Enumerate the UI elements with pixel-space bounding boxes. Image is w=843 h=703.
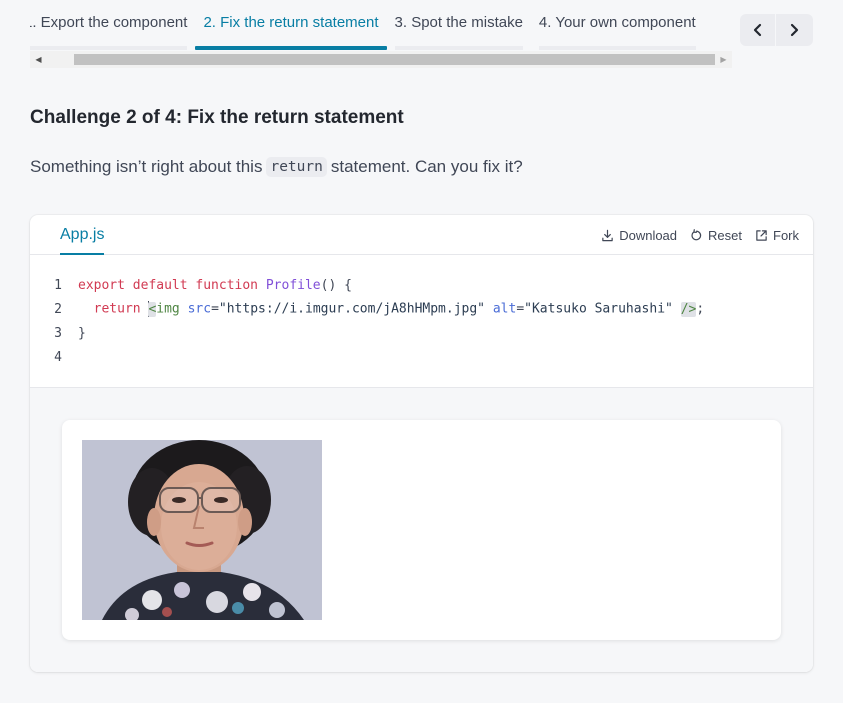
file-tab-app-js[interactable]: App.js <box>48 215 116 255</box>
download-label: Download <box>619 227 678 243</box>
reset-button[interactable]: Reset <box>690 228 742 243</box>
scroll-right-arrow-icon[interactable]: ▶ <box>715 51 732 68</box>
challenge-tab[interactable]: 1. Export the component <box>30 0 195 52</box>
tab-underline <box>394 46 523 50</box>
sandbox-actions: Download Reset Fork <box>601 215 799 255</box>
code-sandbox: App.js Download Reset Fork 1 export defa… <box>30 215 813 672</box>
sandbox-header: App.js Download Reset Fork <box>30 215 813 255</box>
line-number: 4 <box>54 349 62 365</box>
preview-pane <box>30 387 813 672</box>
download-icon <box>602 229 613 241</box>
scroll-left-arrow-icon[interactable]: ◀ <box>30 51 47 68</box>
code-line-content: } <box>78 325 86 341</box>
previous-challenge-button[interactable] <box>740 14 776 46</box>
description-text-after: statement. Can you fix it? <box>330 157 523 176</box>
fork-label: Fork <box>773 227 799 243</box>
reset-label: Reset <box>708 227 742 243</box>
code-punctuation: () { <box>320 277 352 293</box>
tabs-viewport: 1. Export the component 2. Fix the return… <box>30 0 716 52</box>
code-line-content: return <img src="https://i.imgur.com/jA8… <box>93 301 705 317</box>
code-line-content: export default function Profile() { <box>62 278 352 293</box>
code-line: 4 <box>30 345 813 369</box>
code-punctuation: ; <box>696 301 705 317</box>
scrollbar-thumb[interactable] <box>74 54 715 65</box>
chevron-right-icon <box>790 23 799 37</box>
code-line: 2 return <img src="https://i.imgur.com/j… <box>30 297 813 321</box>
next-challenge-button[interactable] <box>776 14 812 46</box>
code-editor[interactable]: 1 export default function Profile() { 2 … <box>30 273 813 369</box>
tab-underline <box>538 46 696 50</box>
challenge-description: Something isn’t right about this return … <box>30 157 523 177</box>
code-attribute: src <box>187 301 212 317</box>
tabs-row: 1. Export the component 2. Fix the return… <box>30 0 704 52</box>
code-string: "https://i.imgur.com/jA8hHMpm.jpg" <box>218 301 486 317</box>
tab-underline <box>30 46 188 50</box>
challenge-tab-label: 2. Fix the return statement <box>203 14 379 31</box>
challenge-tab-label: 1. Export the component <box>30 14 188 31</box>
profile-photo <box>82 440 322 620</box>
challenge-counter: Challenge 2 of 4: <box>30 107 183 128</box>
challenge-pager <box>740 14 813 46</box>
challenge-tab[interactable]: 3. Spot the mistake <box>387 0 531 52</box>
code-string: "Katsuko Saruhashi" <box>524 301 673 317</box>
challenge-tab[interactable]: 2. Fix the return statement <box>195 0 387 52</box>
portrait-image <box>82 440 322 620</box>
external-link-icon <box>756 229 767 241</box>
preview-frame <box>62 420 781 640</box>
challenge-title: Challenge 2 of 4: Fix the return stateme… <box>30 107 404 129</box>
challenge-tabs: 1. Export the component 2. Fix the return… <box>30 0 732 68</box>
description-text-before: Something isn’t right about this <box>30 157 263 176</box>
challenge-name: Fix the return statement <box>187 107 404 128</box>
line-number: 3 <box>54 325 62 341</box>
inline-code-return: return <box>266 157 327 177</box>
code-tag-close: /> <box>680 301 697 317</box>
code-function-name: Profile <box>265 277 321 293</box>
horizontal-scrollbar[interactable]: ◀ ▶ <box>30 51 732 68</box>
code-tag-name: img <box>156 301 180 317</box>
code-keyword: export default function <box>78 277 259 293</box>
line-number: 1 <box>54 277 62 293</box>
code-line: 1 export default function Profile() { <box>30 273 813 297</box>
chevron-left-icon <box>753 23 761 37</box>
download-button[interactable]: Download <box>601 228 677 243</box>
challenge-tab-label: 4. Your own component <box>538 14 696 31</box>
reset-icon <box>691 228 702 240</box>
code-attribute: alt <box>492 301 517 317</box>
challenge-tab-label: 3. Spot the mistake <box>394 14 523 31</box>
challenge-tab[interactable]: 4. Your own component <box>531 0 704 52</box>
code-line: 3 } <box>30 321 813 345</box>
code-keyword: return <box>93 301 141 317</box>
fork-button[interactable]: Fork <box>755 228 799 243</box>
line-number: 2 <box>54 301 62 317</box>
